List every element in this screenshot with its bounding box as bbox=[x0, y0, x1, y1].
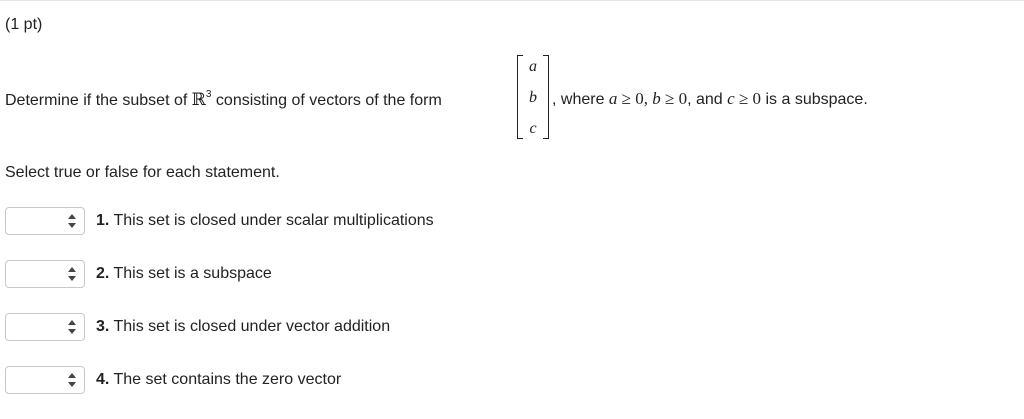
vector-entry-a: a bbox=[529, 58, 537, 75]
cond-a-rel: ≥ 0, bbox=[617, 89, 653, 108]
statement-row-2: 2. This set is a subspace bbox=[5, 260, 705, 290]
cond-b-rel: ≥ 0 bbox=[660, 89, 688, 108]
statement-label-4: 4. The set contains the zero vector bbox=[96, 371, 341, 389]
answer-select-2[interactable] bbox=[5, 260, 85, 288]
question-suffix: is a subspace. bbox=[761, 91, 868, 108]
statement-text: This set is a subspace bbox=[109, 265, 272, 282]
statement-number: 1. bbox=[96, 212, 110, 229]
statement-row-1: 1. This set is closed under scalar multi… bbox=[5, 207, 705, 237]
cond-b-var: b bbox=[652, 89, 661, 108]
question-text-left: Determine if the subset of ℝ3 consisting… bbox=[5, 89, 442, 110]
statement-text: The set contains the zero vector bbox=[109, 371, 342, 388]
answer-select-4[interactable] bbox=[5, 366, 85, 394]
statement-text: This set is closed under scalar multipli… bbox=[109, 212, 434, 229]
statement-number: 2. bbox=[96, 265, 110, 282]
question-text-right: , where a ≥ 0, b ≥ 0, and c ≥ 0 is a sub… bbox=[552, 89, 868, 109]
statement-label-3: 3. This set is closed under vector addit… bbox=[96, 318, 390, 336]
statement-label-2: 2. This set is a subspace bbox=[96, 265, 272, 283]
question-middle: consisting of vectors of the form bbox=[211, 92, 442, 109]
vector-entry-c: c bbox=[529, 120, 537, 137]
real-space-symbol: ℝ bbox=[191, 90, 206, 110]
statement-row-3: 3. This set is closed under vector addit… bbox=[5, 313, 705, 343]
question-block: Determine if the subset of ℝ3 consisting… bbox=[5, 52, 1015, 148]
where-text: , where bbox=[552, 91, 609, 108]
vector-entry-b: b bbox=[529, 89, 537, 106]
cond-c-var: c bbox=[727, 89, 735, 108]
column-vector: a b c bbox=[512, 52, 554, 140]
top-divider bbox=[0, 0, 1024, 1]
statement-number: 4. bbox=[96, 371, 110, 388]
answer-select-3[interactable] bbox=[5, 313, 85, 341]
select-arrows-icon bbox=[68, 267, 77, 283]
and-text: , and bbox=[687, 91, 728, 108]
answer-select-1[interactable] bbox=[5, 207, 85, 235]
select-arrows-icon bbox=[68, 320, 77, 336]
statement-text: This set is closed under vector addition bbox=[109, 318, 391, 335]
statement-row-4: 4. The set contains the zero vector bbox=[5, 366, 705, 396]
select-arrows-icon bbox=[68, 373, 77, 389]
instructions: Select true or false for each statement. bbox=[5, 164, 280, 181]
question-prefix: Determine if the subset of bbox=[5, 92, 192, 109]
statement-number: 3. bbox=[96, 318, 110, 335]
points-label: (1 pt) bbox=[5, 16, 43, 33]
statement-label-1: 1. This set is closed under scalar multi… bbox=[96, 212, 434, 230]
select-arrows-icon bbox=[68, 214, 77, 230]
cond-c-rel: ≥ 0 bbox=[734, 89, 762, 108]
